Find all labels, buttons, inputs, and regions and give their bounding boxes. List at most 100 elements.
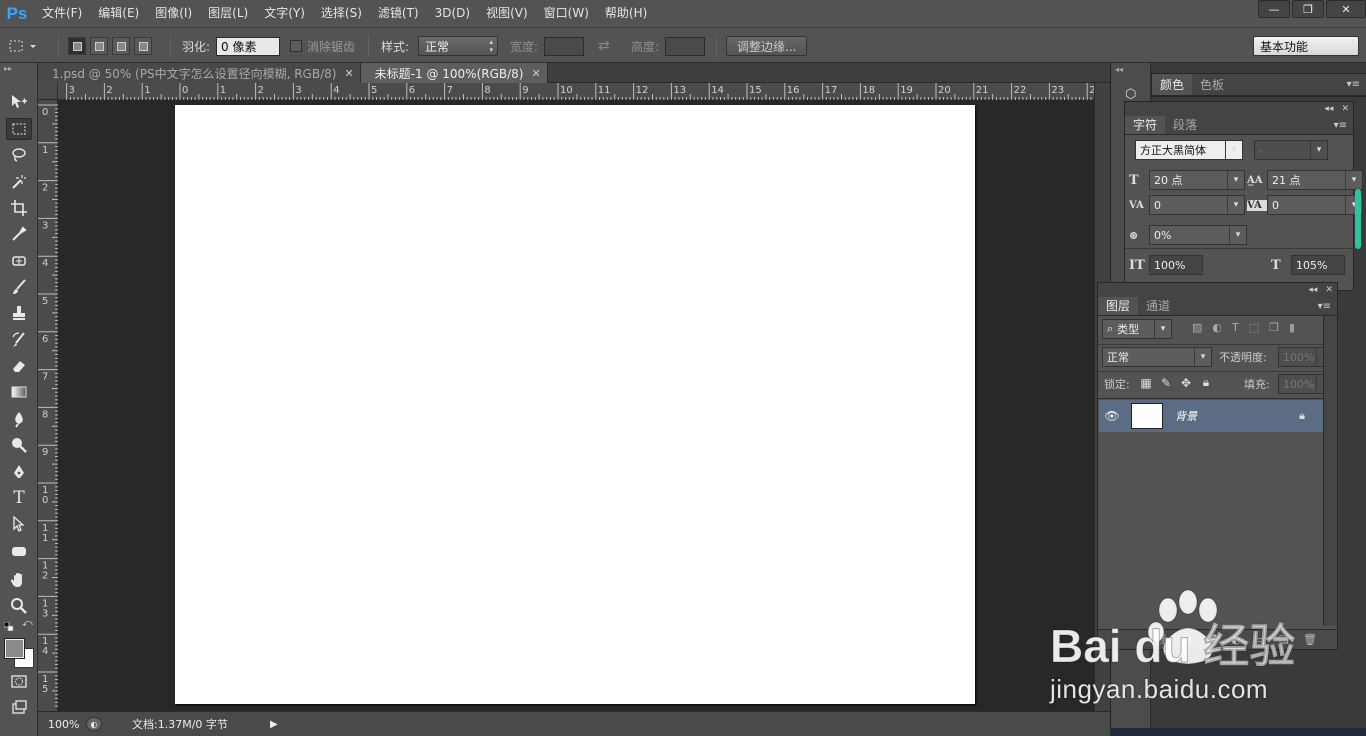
menu-select[interactable]: 选择(S) xyxy=(313,0,370,27)
crop-tool-icon[interactable] xyxy=(6,197,32,219)
minimize-button[interactable]: — xyxy=(1258,0,1290,18)
magic-wand-tool-icon[interactable] xyxy=(6,171,32,193)
lock-all-icon[interactable]: 🔒︎ xyxy=(1198,375,1214,390)
default-colors-icon[interactable] xyxy=(3,620,14,632)
horizontal-scale-input[interactable]: 105% xyxy=(1291,255,1345,275)
adjustment-layer-icon[interactable]: ◐ xyxy=(1231,633,1241,646)
tsume-dropdown[interactable]: 0% xyxy=(1149,225,1247,245)
font-style-dropdown[interactable]: - xyxy=(1254,140,1328,160)
zoom-tool-icon[interactable] xyxy=(6,595,32,617)
subtract-selection-icon[interactable] xyxy=(112,37,130,55)
close-panel-icon[interactable]: ✕ xyxy=(1325,285,1333,295)
collapse-panel-icon[interactable]: ◂◂ xyxy=(1324,104,1333,114)
zoom-level[interactable]: 100% xyxy=(38,718,86,731)
lock-transparency-icon[interactable]: ▦ xyxy=(1138,376,1154,390)
layer-style-icon[interactable]: fx xyxy=(1182,633,1192,646)
vertical-ruler[interactable]: 0123456789101112131415 xyxy=(38,100,58,711)
3d-panel-icon[interactable]: ⬡ xyxy=(1125,87,1136,102)
tab-character[interactable]: 字符 xyxy=(1125,116,1166,134)
adjustment-filter-icon[interactable]: ◐ xyxy=(1212,321,1222,334)
document-canvas[interactable] xyxy=(175,105,975,704)
style-dropdown[interactable]: 正常 xyxy=(418,36,498,56)
layers-scrollbar[interactable] xyxy=(1323,316,1337,626)
blur-tool-icon[interactable] xyxy=(6,408,32,430)
type-filter-icon[interactable]: T xyxy=(1232,321,1239,334)
restore-button[interactable]: ❐ xyxy=(1292,0,1324,18)
expand-strip-icon[interactable]: ◂◂ xyxy=(1115,65,1123,74)
gradient-tool-icon[interactable] xyxy=(6,381,32,403)
lock-pixels-icon[interactable]: ✎ xyxy=(1158,376,1174,390)
menu-layer[interactable]: 图层(L) xyxy=(200,0,256,27)
dodge-tool-icon[interactable] xyxy=(6,434,32,456)
lock-position-icon[interactable]: ✥ xyxy=(1178,376,1194,390)
panel-scroll-thumb[interactable] xyxy=(1355,189,1361,249)
link-layers-icon[interactable]: ⛓ xyxy=(1154,633,1168,646)
type-tool-icon[interactable]: T xyxy=(6,487,32,509)
menu-edit[interactable]: 编辑(E) xyxy=(90,0,147,27)
workspace-dropdown[interactable]: 基本功能 xyxy=(1253,36,1359,56)
intersect-selection-icon[interactable] xyxy=(134,37,152,55)
smart-object-filter-icon[interactable]: ❐ xyxy=(1269,321,1279,334)
add-selection-icon[interactable] xyxy=(90,37,108,55)
panel-menu-icon[interactable]: ▾≡ xyxy=(1347,74,1366,95)
rectangle-shape-tool-icon[interactable] xyxy=(6,540,32,562)
pixel-filter-icon[interactable]: ▨ xyxy=(1192,321,1202,334)
spot-healing-brush-icon[interactable] xyxy=(6,250,32,272)
history-brush-tool-icon[interactable] xyxy=(6,329,32,351)
close-tab-icon[interactable]: ✕ xyxy=(344,67,353,80)
canvas-area[interactable] xyxy=(58,100,1094,711)
close-tab-icon[interactable]: ✕ xyxy=(531,67,540,80)
tab-channels[interactable]: 通道 xyxy=(1138,297,1178,315)
status-info-icon[interactable]: ◐ xyxy=(86,717,102,731)
eyedropper-tool-icon[interactable] xyxy=(6,223,32,245)
collapse-panel-icon[interactable]: ◂◂ xyxy=(1308,285,1317,295)
menu-window[interactable]: 窗口(W) xyxy=(536,0,597,27)
menu-type[interactable]: 文字(Y) xyxy=(256,0,313,27)
path-selection-tool-icon[interactable] xyxy=(6,513,32,535)
new-layer-icon[interactable]: ❏ xyxy=(1279,633,1289,646)
antialias-check-box[interactable] xyxy=(290,40,302,52)
screen-mode-icon[interactable] xyxy=(6,696,32,718)
add-mask-icon[interactable]: ◙ xyxy=(1206,633,1217,646)
brush-tool-icon[interactable] xyxy=(6,276,32,298)
swap-colors-icon[interactable]: ⤺ xyxy=(22,618,33,629)
blend-mode-dropdown[interactable]: 正常 xyxy=(1102,347,1212,367)
layer-filter-dropdown[interactable]: ⌕ 类型 xyxy=(1102,319,1172,339)
move-tool-icon[interactable] xyxy=(6,91,32,113)
kerning-dropdown[interactable]: 0 xyxy=(1149,195,1245,215)
quick-mask-icon[interactable] xyxy=(6,670,32,692)
menu-file[interactable]: 文件(F) xyxy=(34,0,90,27)
tool-preset-picker[interactable] xyxy=(8,36,38,56)
width-input[interactable] xyxy=(544,36,584,56)
pen-tool-icon[interactable] xyxy=(6,461,32,483)
layer-visibility-eye-icon[interactable]: 👁︎ xyxy=(1099,409,1125,423)
height-input[interactable] xyxy=(665,36,705,56)
new-selection-icon[interactable] xyxy=(68,37,86,55)
vertical-scale-input[interactable]: 100% xyxy=(1149,255,1203,275)
collapse-toolbar-icon[interactable]: ▸▸ xyxy=(4,64,12,73)
tracking-dropdown[interactable]: 0 xyxy=(1267,195,1363,215)
menu-help[interactable]: 帮助(H) xyxy=(597,0,655,27)
rectangular-marquee-tool-icon[interactable] xyxy=(6,118,32,140)
close-button[interactable]: ✕ xyxy=(1326,0,1366,18)
menu-3d[interactable]: 3D(D) xyxy=(427,0,478,27)
layer-name[interactable]: 背景 xyxy=(1175,408,1197,424)
document-tab-1[interactable]: 1.psd @ 50% (PS中文字怎么设置径向模糊, RGB/8) ✕ xyxy=(38,63,361,83)
layer-row-background[interactable]: 👁︎ 背景 🔒︎ xyxy=(1099,400,1323,432)
clone-stamp-tool-icon[interactable] xyxy=(6,302,32,324)
refine-edge-button[interactable]: 调整边缘... xyxy=(726,36,808,56)
horizontal-ruler[interactable]: 3 2 1 0 1 2 3 4 5 6 7 8 9 10 11 12 13 14 15 16 17 18 19 20 21 22 2… xyxy=(58,83,1094,100)
tab-color[interactable]: 颜色 xyxy=(1152,74,1193,95)
tab-layers[interactable]: 图层 xyxy=(1098,297,1139,315)
menu-view[interactable]: 视图(V) xyxy=(478,0,536,27)
eraser-tool-icon[interactable] xyxy=(6,355,32,377)
swap-icon[interactable]: ⇄ xyxy=(598,36,610,56)
ruler-origin[interactable] xyxy=(38,83,58,100)
status-menu-arrow-icon[interactable]: ▶ xyxy=(270,719,278,730)
panel-menu-icon[interactable]: ▾≡ xyxy=(1334,116,1353,134)
new-group-icon[interactable]: ▭ xyxy=(1255,633,1265,646)
feather-input[interactable]: 0 像素 xyxy=(216,36,280,56)
filter-toggle-icon[interactable]: ▮ xyxy=(1289,321,1295,334)
lasso-tool-icon[interactable] xyxy=(6,144,32,166)
hand-tool-icon[interactable] xyxy=(6,569,32,591)
